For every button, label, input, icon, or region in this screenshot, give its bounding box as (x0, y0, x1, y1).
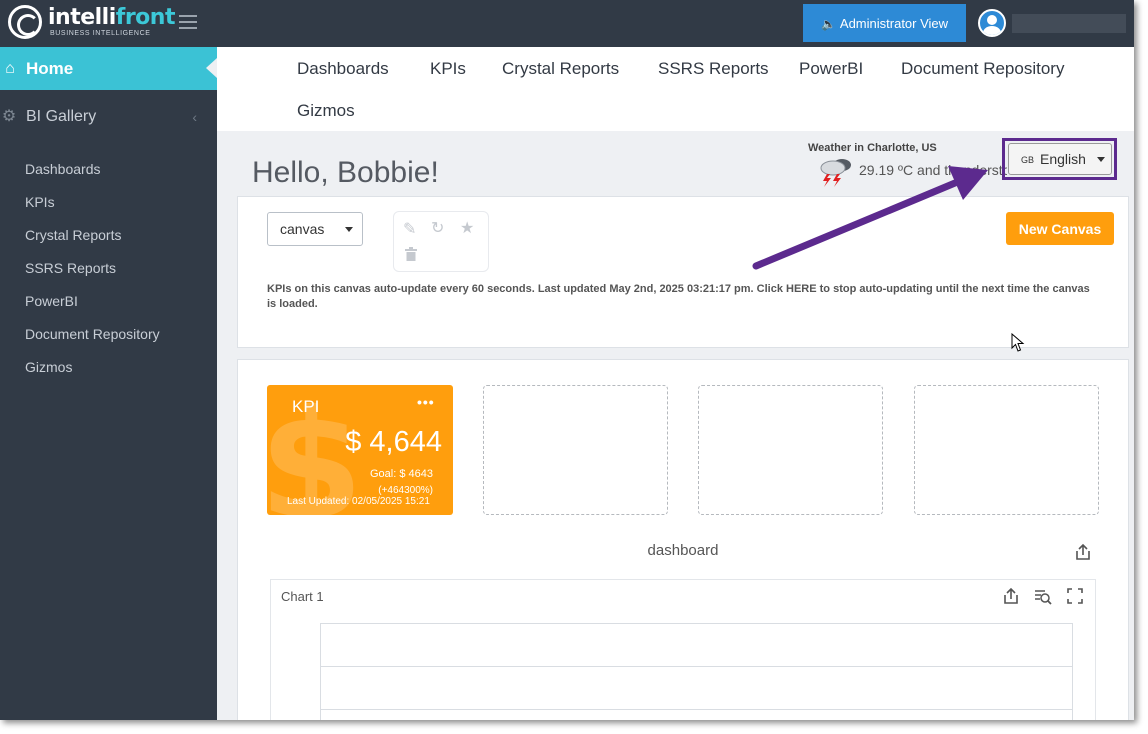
sidebar-item-document-repository[interactable]: Document Repository (25, 324, 160, 344)
canvas-select[interactable]: canvas (267, 212, 363, 246)
page-greeting: Hello, Bobbie! (252, 156, 439, 189)
gear-icon: ⚙ (1, 108, 17, 125)
nav-link-crystal-reports[interactable]: Crystal Reports (502, 59, 619, 79)
kpi-slot-empty[interactable] (698, 385, 883, 515)
kpi-percent: (+464300%) (378, 485, 433, 496)
chart-gridline (320, 709, 1073, 710)
sidebar-item-dashboards[interactable]: Dashboards (25, 159, 101, 179)
auto-update-note[interactable]: KPIs on this canvas auto-update every 60… (267, 282, 1097, 312)
canvas-tools: ✎ ↻ ★ (393, 211, 489, 272)
export-icon[interactable] (1002, 587, 1020, 605)
caret-down-icon (345, 227, 353, 232)
logo-tagline: BUSINESS INTELLIGENCE (50, 30, 151, 37)
canvas-toolbar-panel (237, 196, 1129, 348)
administrator-view-button[interactable]: 🔈 Administrator View (803, 4, 966, 42)
kpi-last-updated: Last Updated: 02/05/2025 15:21 (287, 496, 430, 507)
user-name-redacted[interactable] (1012, 14, 1126, 33)
kpi-title: KPI (292, 397, 320, 416)
intellifront-logo[interactable]: intellifront BUSINESS INTELLIGENCE (8, 5, 175, 41)
active-indicator (206, 58, 217, 78)
fullscreen-icon[interactable] (1066, 587, 1084, 605)
trash-icon[interactable] (405, 247, 417, 261)
data-view-icon[interactable] (1034, 588, 1052, 606)
sidebar-item-crystal-reports[interactable]: Crystal Reports (25, 225, 121, 245)
administrator-view-label: Administrator View (839, 16, 949, 31)
weather-title: Weather in Charlotte, US (808, 142, 937, 154)
pencil-icon[interactable]: ✎ (403, 221, 416, 239)
hamburger-menu-icon[interactable] (179, 15, 197, 29)
nav-link-document-repository[interactable]: Document Repository (901, 59, 1064, 79)
top-nav: Dashboards KPIs Crystal Reports SSRS Rep… (217, 47, 1134, 131)
refresh-icon[interactable]: ↻ (431, 220, 444, 238)
weather-text: 29.19 ºC and thunderstorm (859, 162, 1007, 178)
chart-plot-area (320, 623, 1073, 720)
kpi-card[interactable]: $ KPI ••• $ 4,644 Goal: $ 4643 (+464300%… (267, 385, 453, 515)
sidebar-item-gizmos[interactable]: Gizmos (25, 357, 72, 377)
kpi-goal: Goal: $ 4643 (370, 468, 433, 480)
more-options-icon[interactable]: ••• (417, 394, 435, 410)
annotation-highlight-box (1002, 138, 1117, 180)
chart-gridline (320, 666, 1073, 667)
chart-title: Chart 1 (281, 589, 324, 604)
nav-link-powerbi[interactable]: PowerBI (799, 59, 863, 79)
user-avatar-icon[interactable] (978, 9, 1006, 37)
nav-link-ssrs-reports[interactable]: SSRS Reports (658, 59, 769, 79)
chevron-left-icon: ‹ (192, 109, 197, 125)
thunderstorm-icon (820, 159, 851, 187)
weather-widget: Weather in Charlotte, US 29.19 ºC and th… (808, 142, 1008, 192)
canvas-select-value: canvas (280, 221, 325, 237)
megaphone-icon: 🔈 (820, 17, 836, 31)
logo-text: intellifront (48, 5, 175, 30)
sidebar-item-home[interactable]: ⌂ Home (0, 47, 217, 90)
nav-link-gizmos[interactable]: Gizmos (297, 101, 355, 121)
sidebar-item-kpis[interactable]: KPIs (25, 192, 55, 212)
sidebar-item-bi-gallery-label: BI Gallery (26, 108, 97, 125)
app-window: intellifront BUSINESS INTELLIGENCE 🔈 Admi… (0, 0, 1134, 720)
sidebar-item-powerbi[interactable]: PowerBI (25, 291, 78, 311)
top-bar: intellifront BUSINESS INTELLIGENCE 🔈 Admi… (0, 0, 1134, 47)
mouse-cursor-icon (1011, 333, 1025, 352)
sidebar-item-ssrs-reports[interactable]: SSRS Reports (25, 258, 116, 278)
new-canvas-button[interactable]: New Canvas (1006, 212, 1114, 245)
sidebar-item-bi-gallery[interactable]: ⚙ BI Gallery ‹ (0, 104, 217, 130)
nav-link-dashboards[interactable]: Dashboards (297, 59, 389, 79)
kpi-value: $ 4,644 (345, 426, 442, 458)
nav-link-kpis[interactable]: KPIs (430, 59, 466, 79)
kpi-slot-empty[interactable] (914, 385, 1099, 515)
logo-mark-icon (8, 5, 42, 39)
dashboard-title: dashboard (647, 542, 719, 559)
share-icon[interactable] (1074, 543, 1092, 561)
sidebar: ⌂ Home ⚙ BI Gallery ‹ Dashboards KPIs Cr… (0, 47, 217, 720)
home-icon: ⌂ (5, 60, 15, 77)
sidebar-item-home-label: Home (26, 59, 74, 78)
kpi-slot-empty[interactable] (483, 385, 668, 515)
star-icon[interactable]: ★ (460, 220, 474, 238)
